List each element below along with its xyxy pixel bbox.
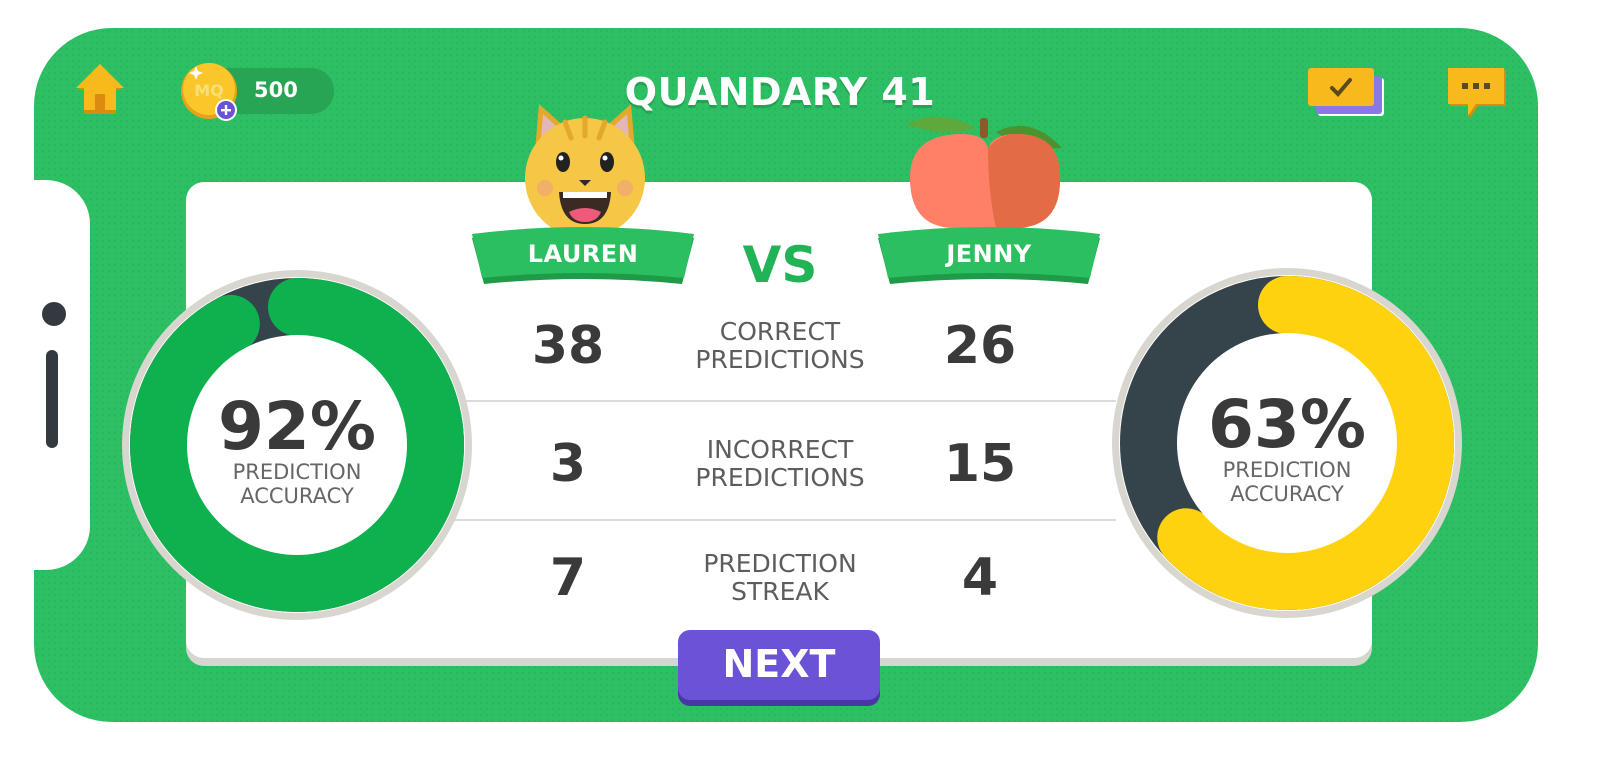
home-icon <box>76 64 124 114</box>
lauren-name-banner: LAUREN <box>468 226 698 296</box>
streak-left: 7 <box>549 548 587 608</box>
vs-label: VS <box>742 236 818 294</box>
coin-amount: 500 <box>254 78 298 102</box>
coin-balance[interactable]: 500 MQ <box>178 60 338 122</box>
next-button[interactable]: NEXT <box>678 630 880 700</box>
correct-left: 38 <box>531 316 605 376</box>
chat-icon <box>1448 68 1506 118</box>
accuracy-label-right: PREDICTION ACCURACY <box>1222 458 1352 506</box>
accuracy-percent-right: 63% <box>1208 386 1366 463</box>
cards-button[interactable] <box>1306 66 1388 120</box>
divider <box>448 400 1116 402</box>
camera-dot <box>42 302 66 326</box>
accuracy-percent-left: 92% <box>218 388 376 465</box>
incorrect-right: 15 <box>943 434 1017 494</box>
correct-right: 26 <box>943 316 1017 376</box>
jenny-name-banner: JENNY <box>874 226 1104 296</box>
player-name-left: LAUREN <box>527 240 639 268</box>
next-button-label: NEXT <box>722 642 836 686</box>
streak-label: PREDICTION STREAK <box>703 549 857 606</box>
correct-label: CORRECT PREDICTIONS <box>695 317 865 374</box>
player-name-right: JENNY <box>946 240 1032 268</box>
cards-icon <box>1308 68 1384 116</box>
accuracy-label-left: PREDICTION ACCURACY <box>232 460 362 508</box>
incorrect-left: 3 <box>549 434 587 494</box>
cat-emoji-icon <box>525 104 645 236</box>
coin-icon: MQ <box>181 63 237 121</box>
peach-emoji-icon <box>906 116 1062 228</box>
chat-button[interactable] <box>1446 66 1512 124</box>
incorrect-label: INCORRECT PREDICTIONS <box>695 435 865 492</box>
phone-notch <box>34 180 90 570</box>
divider <box>448 519 1116 521</box>
home-button[interactable] <box>70 60 130 120</box>
speaker-bar <box>46 350 58 448</box>
coin-logo-text: MQ <box>194 81 224 100</box>
streak-right: 4 <box>961 548 999 608</box>
